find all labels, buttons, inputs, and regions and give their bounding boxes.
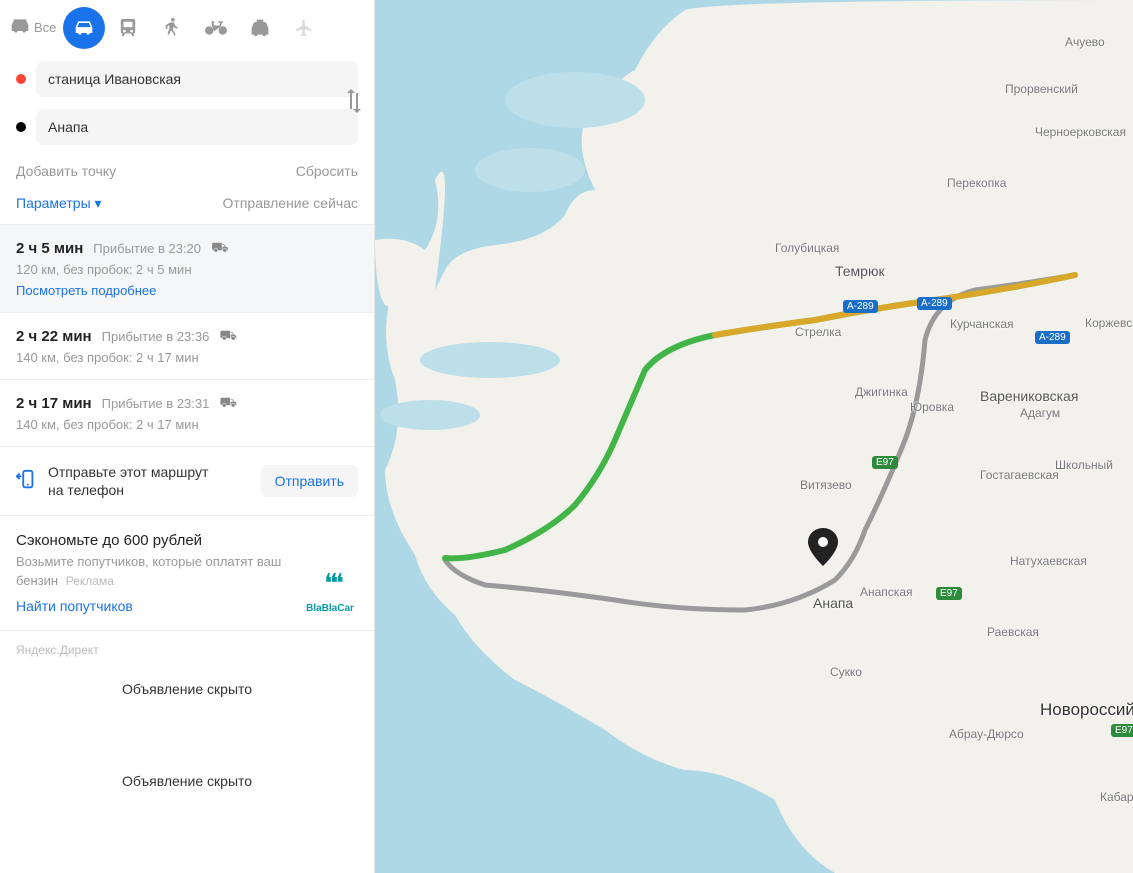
promo-brand: BlaBlaCar	[306, 603, 354, 614]
send-text: Отправьте этот маршрут на телефон	[48, 463, 208, 499]
promo-sub: Возьмите попутчиков, которые оплатят ваш…	[16, 553, 292, 589]
route-arrival: Прибытие в 23:31	[102, 396, 210, 411]
from-row: станица Ивановская	[12, 55, 362, 103]
mode-flight	[283, 7, 325, 49]
route-sidebar: Все станица Ивановская Анапа	[0, 0, 375, 873]
route-option[interactable]: 2 ч 17 мин Прибытие в 23:31 ⛟ 140 км, без п…	[0, 380, 374, 447]
traffic-icon: ⛟	[211, 239, 229, 258]
route-details-link[interactable]: Посмотреть подробнее	[16, 283, 358, 298]
promo-link[interactable]: Найти попутчиков	[16, 598, 292, 614]
route-sub: 140 км, без пробок: 2 ч 17 мин	[16, 350, 358, 365]
ad-provider: Яндекс.Директ	[16, 643, 358, 657]
promo-card[interactable]: Сэкономьте до 600 рублей Возьмите попутч…	[0, 516, 374, 630]
promo-title: Сэкономьте до 600 рублей	[16, 532, 292, 549]
map-canvas	[375, 0, 1133, 873]
quote-icon: ❝❝	[324, 568, 336, 599]
traffic-icon: ⛟	[219, 394, 237, 413]
mode-bike[interactable]	[195, 7, 237, 49]
traffic-icon: ⛟	[219, 327, 237, 346]
map-viewport[interactable]: ЛебедиНовониколаевскийНовопокровскийЗабо…	[375, 0, 1133, 873]
promo-logo: ❝❝ BlaBlaCar	[302, 532, 358, 613]
ad-section: Яндекс.Директ Объявление скрыто Объявлен…	[0, 631, 374, 831]
send-text-line1: Отправьте этот маршрут	[48, 463, 208, 481]
send-route-panel: Отправьте этот маршрут на телефон Отправ…	[0, 447, 374, 516]
route-inputs: станица Ивановская Анапа	[0, 55, 374, 151]
route-sub: 140 км, без пробок: 2 ч 17 мин	[16, 417, 358, 432]
mode-walk[interactable]	[151, 7, 193, 49]
route-time: 2 ч 17 мин	[16, 395, 92, 412]
departure-time[interactable]: Отправление сейчас	[223, 195, 358, 212]
car-icon	[10, 19, 30, 36]
phone-send-icon	[16, 469, 36, 494]
from-input[interactable]: станица Ивановская	[36, 61, 358, 97]
route-arrival: Прибытие в 23:36	[102, 329, 210, 344]
destination-dot-icon	[16, 122, 26, 132]
params-link[interactable]: Параметры ▾	[16, 195, 102, 212]
mode-transit[interactable]	[107, 7, 149, 49]
route-option[interactable]: 2 ч 5 мин Прибытие в 23:20 ⛟ 120 км, без пр…	[0, 225, 374, 313]
send-button[interactable]: Отправить	[261, 465, 358, 497]
route-list: 2 ч 5 мин Прибытие в 23:20 ⛟ 120 км, без пр…	[0, 225, 374, 447]
route-sub: 120 км, без пробок: 2 ч 5 мин	[16, 262, 358, 277]
mode-all[interactable]: Все	[10, 19, 61, 36]
route-time: 2 ч 5 мин	[16, 240, 83, 257]
send-text-line2: на телефон	[48, 481, 208, 499]
route-time: 2 ч 22 мин	[16, 328, 92, 345]
route-arrival: Прибытие в 23:20	[93, 241, 201, 256]
swap-button[interactable]	[344, 87, 364, 115]
params-row: Параметры ▾ Отправление сейчас	[0, 187, 374, 225]
mode-taxi[interactable]	[239, 7, 281, 49]
mode-all-label: Все	[34, 20, 56, 35]
route-option[interactable]: 2 ч 22 мин Прибытие в 23:36 ⛟ 140 км, без п…	[0, 313, 374, 380]
to-input[interactable]: Анапа	[36, 109, 358, 145]
origin-dot-icon	[16, 74, 26, 84]
input-actions: Добавить точку Сбросить	[0, 151, 374, 187]
to-row: Анапа	[12, 103, 362, 151]
transport-mode-bar: Все	[0, 0, 374, 55]
reset-link[interactable]: Сбросить	[296, 163, 358, 179]
add-point-link[interactable]: Добавить точку	[16, 163, 116, 179]
ad-hidden-2: Объявление скрыто	[16, 767, 358, 819]
ad-hidden-1: Объявление скрыто	[16, 675, 358, 727]
mode-car[interactable]	[63, 7, 105, 49]
